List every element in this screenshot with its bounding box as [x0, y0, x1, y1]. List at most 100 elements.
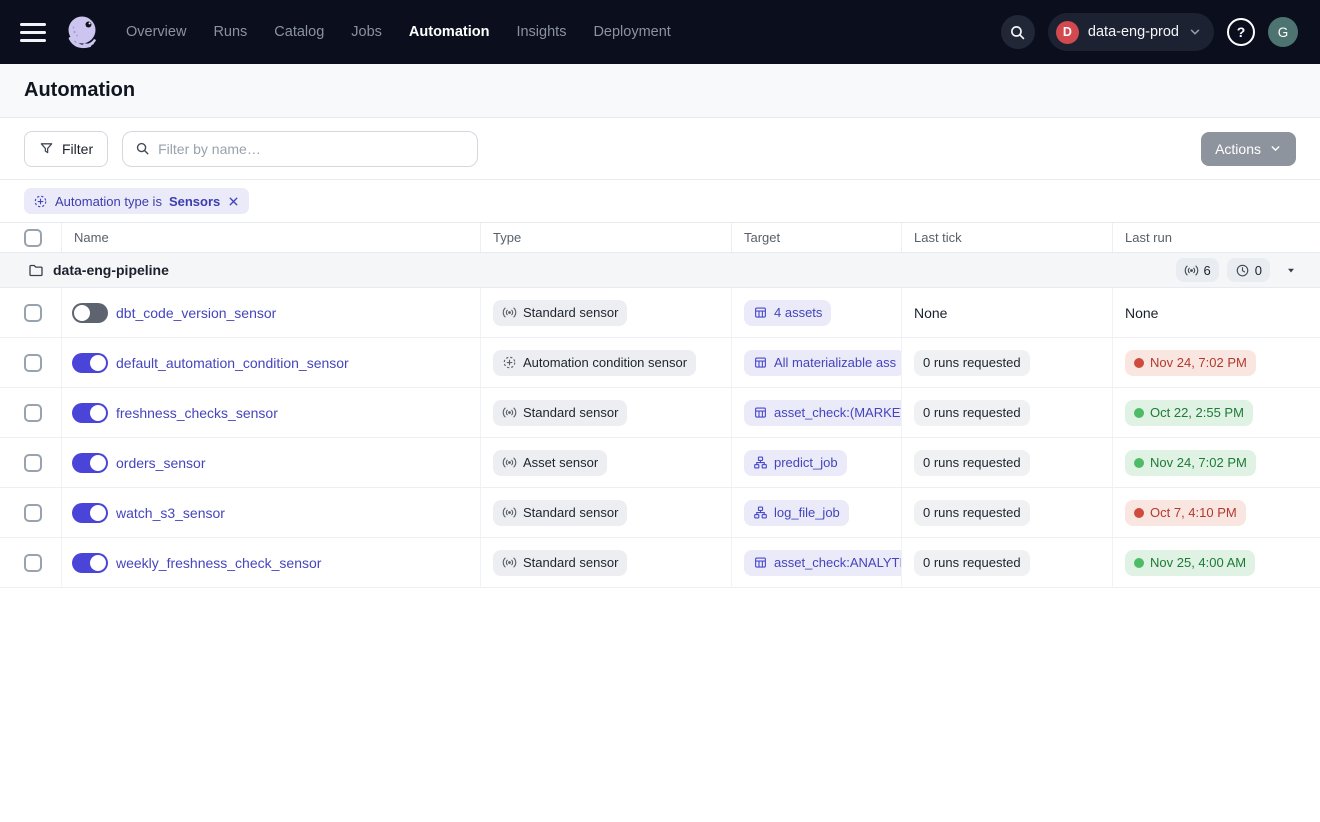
run-success-dot-icon	[1134, 558, 1144, 568]
sensor-icon	[502, 505, 517, 520]
sensor-count-badge: 6	[1176, 258, 1219, 282]
row-checkbox[interactable]	[24, 454, 42, 472]
last-run-status-badge[interactable]: Oct 22, 2:55 PM	[1125, 400, 1253, 426]
column-header-last-tick: Last tick	[902, 223, 1113, 252]
table-row: watch_s3_sensor Standard sensor log_file_j…	[0, 488, 1320, 538]
last-tick-badge: 0 runs requested	[914, 550, 1030, 576]
sensor-target-link[interactable]: 4 assets	[744, 300, 831, 326]
asset-icon	[753, 305, 768, 320]
nav-right: D data-eng-prod ? G	[1001, 13, 1298, 51]
sensor-target-link[interactable]: All materializable ass	[744, 350, 902, 376]
search-icon	[135, 141, 150, 156]
row-checkbox[interactable]	[24, 404, 42, 422]
sensor-toggle[interactable]	[72, 503, 108, 523]
title-bar: Automation	[0, 64, 1320, 118]
job-icon	[753, 505, 768, 520]
schedule-count-badge: 0	[1227, 258, 1270, 282]
column-header-target: Target	[732, 223, 902, 252]
dagster-logo-icon[interactable]	[62, 11, 104, 53]
nav-item-deployment[interactable]: Deployment	[593, 24, 670, 40]
actions-button[interactable]: Actions	[1201, 132, 1296, 166]
hamburger-menu-icon[interactable]	[20, 23, 46, 42]
page-title: Automation	[24, 79, 135, 102]
sensor-target-label: All materializable ass	[774, 355, 896, 370]
actions-button-label: Actions	[1215, 141, 1261, 157]
filter-button-label: Filter	[62, 141, 93, 157]
column-header-type: Type	[481, 223, 732, 252]
sensor-toggle[interactable]	[72, 553, 108, 573]
last-run-status-badge[interactable]: Oct 7, 4:10 PM	[1125, 500, 1246, 526]
sensor-target-link[interactable]: asset_check:ANALYTI	[744, 550, 902, 576]
sensor-type-tag: Asset sensor	[493, 450, 607, 476]
nav-item-jobs[interactable]: Jobs	[351, 24, 382, 40]
sensor-name-link[interactable]: weekly_freshness_check_sensor	[116, 555, 321, 571]
user-avatar[interactable]: G	[1268, 17, 1298, 47]
sensor-table-body: dbt_code_version_sensor Standard sensor 4 …	[0, 288, 1320, 588]
sensor-type-tag: Automation condition sensor	[493, 350, 696, 376]
row-checkbox[interactable]	[24, 504, 42, 522]
row-checkbox[interactable]	[24, 554, 42, 572]
sensor-type-label: Asset sensor	[523, 455, 598, 470]
sensor-type-label: Automation condition sensor	[523, 355, 687, 370]
help-button[interactable]: ?	[1227, 18, 1255, 46]
sensor-toggle[interactable]	[72, 303, 108, 323]
collapse-group-button[interactable]	[1284, 263, 1298, 277]
code-location-group-row: data-eng-pipeline 6 0	[0, 253, 1320, 288]
sensor-type-tag: Standard sensor	[493, 300, 627, 326]
sensor-target-label: 4 assets	[774, 305, 822, 320]
nav-item-runs[interactable]: Runs	[213, 24, 247, 40]
sensor-target-label: log_file_job	[774, 505, 840, 520]
funnel-icon	[39, 141, 54, 156]
chevron-down-icon	[1188, 25, 1202, 39]
job-icon	[753, 455, 768, 470]
caret-down-icon	[1284, 263, 1298, 277]
last-run-status-badge[interactable]: Nov 25, 4:00 AM	[1125, 550, 1255, 576]
sensor-type-label: Standard sensor	[523, 305, 618, 320]
sensor-target-link[interactable]: asset_check:(MARKET	[744, 400, 902, 426]
sensor-type-tag: Standard sensor	[493, 550, 627, 576]
select-all-checkbox[interactable]	[24, 229, 42, 247]
filter-button[interactable]: Filter	[24, 131, 108, 167]
run-success-dot-icon	[1134, 458, 1144, 468]
last-tick-value: None	[914, 305, 947, 321]
sensor-name-link[interactable]: freshness_checks_sensor	[116, 405, 278, 421]
last-run-status-badge[interactable]: Nov 24, 7:02 PM	[1125, 450, 1256, 476]
sensor-target-link[interactable]: log_file_job	[744, 500, 849, 526]
last-tick-badge: 0 runs requested	[914, 500, 1030, 526]
run-failure-dot-icon	[1134, 508, 1144, 518]
column-header-name: Name	[62, 223, 481, 252]
last-run-status-badge[interactable]: Nov 24, 7:02 PM	[1125, 350, 1256, 376]
sensor-icon	[502, 305, 517, 320]
nav-item-overview[interactable]: Overview	[126, 24, 186, 40]
top-nav: Overview Runs Catalog Jobs Automation Insight…	[0, 0, 1320, 64]
sensor-name-link[interactable]: watch_s3_sensor	[116, 505, 225, 521]
row-checkbox[interactable]	[24, 304, 42, 322]
sensor-type-label: Standard sensor	[523, 405, 618, 420]
column-header-last-run: Last run	[1113, 223, 1320, 252]
search-icon	[1009, 24, 1026, 41]
table-header: Name Type Target Last tick Last run	[0, 222, 1320, 253]
name-filter-input[interactable]	[158, 141, 465, 157]
sensor-target-label: asset_check:ANALYTI	[774, 555, 902, 570]
sensor-name-link[interactable]: dbt_code_version_sensor	[116, 305, 276, 321]
sensor-icon	[502, 555, 517, 570]
sensor-name-link[interactable]: orders_sensor	[116, 455, 206, 471]
nav-item-automation[interactable]: Automation	[409, 24, 490, 40]
last-run-timestamp: Nov 24, 7:02 PM	[1150, 355, 1247, 370]
last-run-timestamp: Nov 24, 7:02 PM	[1150, 455, 1247, 470]
nav-item-insights[interactable]: Insights	[516, 24, 566, 40]
sensor-name-link[interactable]: default_automation_condition_sensor	[116, 355, 349, 371]
workspace-switcher[interactable]: D data-eng-prod	[1048, 13, 1214, 51]
nav-item-catalog[interactable]: Catalog	[274, 24, 324, 40]
asset-icon	[753, 405, 768, 420]
global-search-button[interactable]	[1001, 15, 1035, 49]
sensor-toggle[interactable]	[72, 453, 108, 473]
sensor-type-label: Standard sensor	[523, 505, 618, 520]
row-checkbox[interactable]	[24, 354, 42, 372]
close-icon[interactable]	[227, 195, 240, 208]
sensor-target-link[interactable]: predict_job	[744, 450, 847, 476]
automation-condition-icon	[33, 194, 48, 209]
sensor-toggle[interactable]	[72, 353, 108, 373]
table-row: default_automation_condition_sensor Autom…	[0, 338, 1320, 388]
sensor-toggle[interactable]	[72, 403, 108, 423]
